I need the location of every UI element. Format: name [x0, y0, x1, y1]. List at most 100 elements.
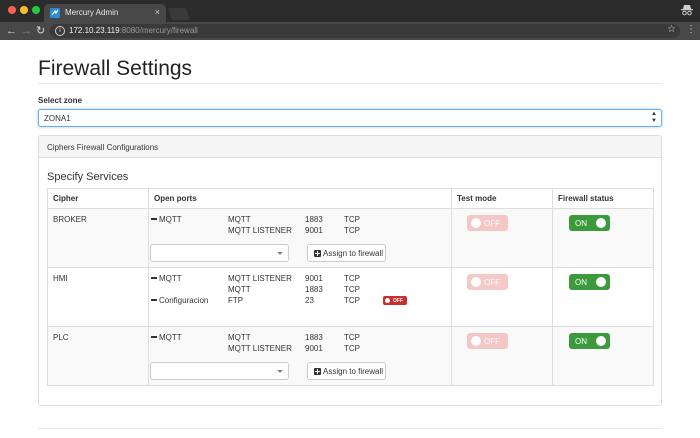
chevron-down-icon [277, 252, 283, 255]
address-bar[interactable]: i 172.10.23.119:8080/mercury/firewall ☆ [50, 24, 680, 38]
toggle-knob [596, 218, 606, 228]
close-window-button[interactable] [8, 6, 16, 14]
zone-select[interactable]: ZONA1 ▲ ▼ [38, 109, 662, 127]
toggle-knob [596, 336, 606, 346]
port-row: Configuracion FTP 23 TCP OFF [149, 296, 449, 307]
test-mode-cell: OFF [451, 208, 553, 268]
toggle-label: ON [575, 337, 587, 346]
toggle-knob [596, 277, 606, 287]
open-ports-cell: MQTT MQTT 1883 TCP MQTT LISTENER 9001 TC… [148, 208, 452, 268]
port-row: MQTT MQTT 1883 TCP [149, 333, 449, 344]
firewall-status-toggle[interactable]: ON [569, 274, 610, 290]
assign-to-firewall-button[interactable]: Assign to firewall [307, 362, 386, 380]
table-row: HMI MQTT MQTT LISTENER 9001 TCP MQTT 188… [47, 267, 654, 327]
page-title: Firewall Settings [38, 57, 193, 80]
port-service: MQTT LISTENER [228, 226, 292, 235]
column-header-firewall-status: Firewall status [552, 188, 654, 209]
select-updown-icon: ▲ ▼ [651, 111, 657, 124]
column-header-cipher: Cipher [47, 188, 149, 209]
port-service: MQTT [228, 333, 251, 342]
firewall-status-toggle[interactable]: ON [569, 215, 610, 231]
firewall-status-toggle[interactable]: ON [569, 333, 610, 349]
firewall-status-cell: ON [552, 267, 654, 327]
port-protocol: TCP [344, 333, 360, 342]
plus-square-icon [314, 250, 321, 257]
assign-to-firewall-button[interactable]: Assign to firewall [307, 244, 386, 262]
cipher-name: PLC [53, 333, 69, 342]
new-tab-button[interactable] [167, 8, 191, 20]
port-protocol: TCP [344, 215, 360, 224]
port-number: 9001 [305, 274, 323, 283]
collapse-minus-icon [151, 299, 157, 301]
mercury-favicon-icon [50, 8, 60, 18]
test-mode-toggle[interactable]: OFF [467, 333, 508, 349]
port-row: MQTT MQTT 1883 TCP [149, 215, 449, 226]
assign-button-label: Assign to firewall [323, 249, 384, 258]
assign-button-label: Assign to firewall [323, 367, 384, 376]
test-mode-toggle[interactable]: OFF [467, 215, 508, 231]
minimize-window-button[interactable] [20, 6, 28, 14]
port-status-toggle[interactable]: OFF [383, 296, 407, 305]
port-row: MQTT LISTENER 9001 TCP [149, 226, 449, 237]
port-protocol: TCP [344, 344, 360, 353]
browser-tab[interactable]: Mercury Admin × [44, 4, 166, 22]
tab-close-icon[interactable]: × [155, 7, 160, 17]
browser-toolbar: ← → ↻ i 172.10.23.119:8080/mercury/firew… [0, 22, 700, 40]
test-mode-cell: OFF [451, 326, 553, 386]
firewall-status-cell: ON [552, 208, 654, 268]
cipher-cell: BROKER [47, 208, 149, 268]
port-protocol: TCP [344, 226, 360, 235]
incognito-icon [681, 5, 693, 16]
port-number: 23 [305, 296, 314, 305]
tab-title: Mercury Admin [65, 8, 119, 17]
toggle-label: OFF [484, 278, 500, 287]
firewall-status-cell: ON [552, 326, 654, 386]
port-number: 1883 [305, 333, 323, 342]
title-divider [38, 83, 662, 84]
site-info-icon[interactable]: i [55, 26, 65, 36]
table-row: BROKER MQTT MQTT 1883 TCP MQTT LISTENER … [47, 208, 654, 268]
port-select[interactable] [150, 244, 289, 262]
bookmark-star-icon[interactable]: ☆ [667, 24, 676, 35]
forward-arrow-icon[interactable]: → [21, 24, 32, 38]
toggle-knob [385, 298, 390, 303]
reload-icon[interactable]: ↻ [36, 24, 45, 38]
collapse-minus-icon [151, 218, 157, 220]
cipher-cell: PLC [47, 326, 149, 386]
section-title: Specify Services [47, 171, 129, 183]
services-table: Cipher Open ports Test mode Firewall sta… [47, 188, 654, 386]
port-protocol: TCP [344, 296, 360, 305]
port-group-name[interactable]: MQTT [151, 215, 182, 224]
port-group-name[interactable]: MQTT [151, 333, 182, 342]
port-service: MQTT LISTENER [228, 274, 292, 283]
plus-square-icon [314, 368, 321, 375]
panel-heading: Ciphers Firewall Configurations [39, 136, 661, 158]
port-service: MQTT LISTENER [228, 344, 292, 353]
toggle-knob [471, 277, 481, 287]
browser-menu-icon[interactable]: ⋮ [686, 24, 696, 35]
ciphers-panel: Ciphers Firewall Configurations Specify … [38, 135, 662, 406]
port-row: MQTT 1883 TCP [149, 285, 449, 296]
port-service: FTP [228, 296, 244, 305]
footer-divider [38, 428, 662, 429]
toggle-knob [471, 218, 481, 228]
back-arrow-icon[interactable]: ← [6, 24, 17, 38]
toggle-label: ON [575, 219, 587, 228]
toggle-label: OFF [484, 337, 500, 346]
zone-select-value: ZONA1 [44, 114, 71, 123]
port-group-name[interactable]: Configuracion [151, 296, 208, 305]
port-group-name[interactable]: MQTT [151, 274, 182, 283]
toggle-label: ON [575, 278, 587, 287]
port-row: MQTT MQTT LISTENER 9001 TCP [149, 274, 449, 285]
test-mode-toggle[interactable]: OFF [467, 274, 508, 290]
zone-label: Select zone [38, 96, 83, 105]
toggle-label: OFF [484, 219, 500, 228]
maximize-window-button[interactable] [32, 6, 40, 14]
cipher-name: BROKER [53, 215, 87, 224]
port-service: MQTT [228, 215, 251, 224]
table-row: PLC MQTT MQTT 1883 TCP MQTT LISTENER 900… [47, 326, 654, 386]
table-header-row: Cipher Open ports Test mode Firewall sta… [47, 188, 654, 209]
collapse-minus-icon [151, 336, 157, 338]
port-protocol: TCP [344, 285, 360, 294]
port-select[interactable] [150, 362, 289, 380]
